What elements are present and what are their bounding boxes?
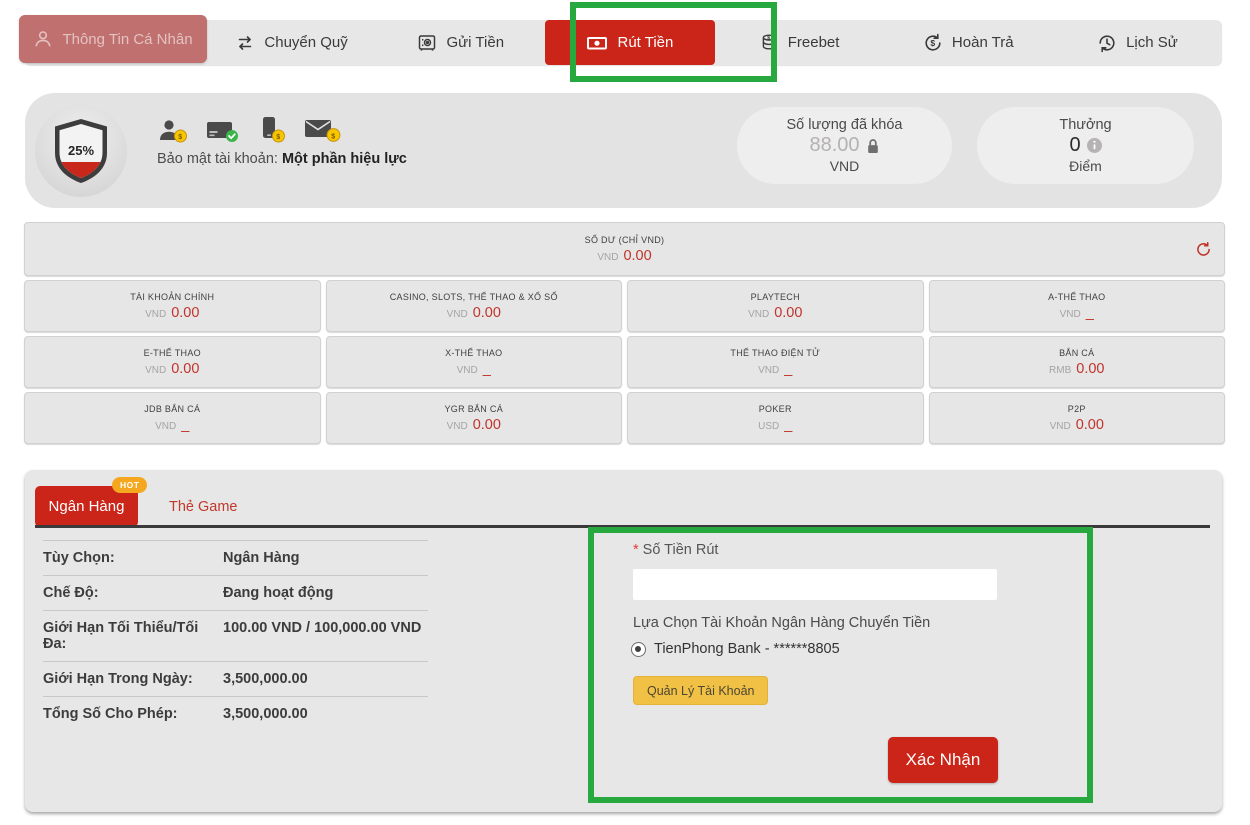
svg-text:$: $	[331, 133, 335, 140]
email-verified-icon[interactable]: $	[304, 116, 342, 144]
balance-grid: TÀI KHOẢN CHÍNH VND0.00 CASINO, SLOTS, T…	[24, 280, 1225, 444]
balance-currency: VND	[597, 252, 618, 263]
bonus-value: 0	[1069, 134, 1080, 157]
tab-cashback[interactable]: $ Hoàn Trả	[884, 20, 1053, 65]
locked-amount-title: Số lượng đã khóa	[787, 117, 903, 133]
balance-cell-main: TÀI KHOẢN CHÍNH VND0.00	[24, 280, 321, 332]
info-row-mode: Chế Độ: Đang hoạt động	[43, 576, 428, 611]
withdraw-info-table: Tùy Chọn: Ngân Hàng Chế Độ: Đang hoạt độ…	[43, 540, 428, 731]
balance-cell-e-sports: E-THỂ THAO VND0.00	[24, 336, 321, 388]
svg-text:$: $	[178, 134, 182, 141]
history-icon	[1097, 33, 1117, 53]
bank-account-option-label: TienPhong Bank - ******8805	[654, 641, 840, 657]
confirm-button[interactable]: Xác Nhận	[888, 737, 998, 783]
locked-amount-value: 88.00	[809, 134, 859, 157]
tab-label: Thông Tin Cá Nhân	[62, 31, 192, 48]
tab-label: Chuyển Quỹ	[264, 34, 347, 51]
tab-history[interactable]: Lịch Sử	[1053, 20, 1222, 65]
balance-cell-playtech: PLAYTECH VND0.00	[627, 280, 924, 332]
balance-cell-casino: CASINO, SLOTS, THỂ THAO & XỔ SỐ VND0.00	[326, 280, 623, 332]
withdraw-amount-input[interactable]	[633, 569, 997, 600]
tab-deposit[interactable]: Gửi Tiền	[376, 20, 545, 65]
security-caption: Bảo mật tài khoản: Một phần hiệu lực	[157, 151, 407, 167]
lock-icon	[866, 138, 880, 154]
person-icon	[33, 29, 53, 49]
bonus-title: Thưởng	[1059, 117, 1111, 133]
svg-text:$: $	[930, 38, 935, 48]
balance-cell-fishing: BẮN CÁ RMB0.00	[929, 336, 1226, 388]
tab-withdraw[interactable]: Rút Tiền	[545, 20, 714, 65]
security-summary-bar: 25% $ $	[25, 93, 1222, 208]
account-nav-bar: Thông Tin Cá Nhân Chuyển Quỹ Gửi Tiền Rú…	[25, 20, 1222, 65]
tab-label: Rút Tiền	[617, 34, 673, 51]
tab-game-card[interactable]: Thẻ Game	[155, 486, 252, 527]
bank-account-option[interactable]: TienPhong Bank - ******8805	[631, 641, 840, 657]
balance-cell-p2p: P2P VND0.00	[929, 392, 1226, 444]
svg-text:25%: 25%	[68, 143, 94, 158]
balance-cell-poker: POKER USD_	[627, 392, 924, 444]
card-verified-icon[interactable]	[206, 118, 240, 144]
info-row-option: Tùy Chọn: Ngân Hàng	[43, 541, 428, 576]
phone-verified-icon[interactable]: $	[257, 116, 287, 144]
bank-account-select-label: Lựa Chọn Tài Khoản Ngân Hàng Chuyển Tiền	[633, 615, 930, 631]
info-row-total-allowed: Tổng Số Cho Phép: 3,500,000.00	[43, 697, 428, 731]
transfer-icon	[235, 33, 255, 53]
tab-label: Gửi Tiền	[446, 34, 504, 51]
hot-badge: HOT	[112, 477, 147, 493]
tab-freebet[interactable]: $ Freebet	[715, 20, 884, 65]
balance-cell-a-sports: A-THỂ THAO VND_	[929, 280, 1226, 332]
balance-value: 0.00	[623, 248, 651, 264]
balance-cell-x-sports: X-THỂ THAO VND_	[326, 336, 623, 388]
security-shield-badge: 25%	[35, 105, 127, 197]
active-tab-underline	[35, 525, 1210, 528]
info-row-daily-limit: Giới Hạn Trong Ngày: 3,500,000.00	[43, 662, 428, 697]
safe-icon	[417, 33, 437, 53]
withdraw-panel: Ngân Hàng HOT Thẻ Game Tùy Chọn: Ngân Hà…	[25, 470, 1222, 812]
banknote-icon	[586, 34, 608, 52]
locked-amount-card: Số lượng đã khóa 88.00 VND	[737, 107, 952, 184]
required-asterisk: *	[633, 542, 639, 558]
profile-verified-icon[interactable]: $	[157, 118, 189, 144]
svg-text:$: $	[767, 35, 770, 41]
balance-cell-esports-dt: THỂ THAO ĐIỆN TỬ VND_	[627, 336, 924, 388]
svg-text:$: $	[276, 134, 280, 141]
security-method-icons: $ $ $	[157, 116, 342, 144]
balance-total-title: SỐ DƯ (CHỈ VND)	[585, 235, 665, 245]
shield-icon: 25%	[52, 118, 110, 184]
bonus-points-card: Thưởng 0 Điểm	[977, 107, 1194, 184]
info-row-min-max: Giới Hạn Tối Thiểu/Tối Đa: 100.00 VND / …	[43, 611, 428, 662]
manage-accounts-button[interactable]: Quản Lý Tài Khoản	[633, 676, 768, 705]
tab-label: Hoàn Trả	[952, 34, 1014, 51]
tab-transfer-funds[interactable]: Chuyển Quỹ	[207, 20, 376, 65]
balance-cell-ygr-fishing: YGR BẮN CÁ VND0.00	[326, 392, 623, 444]
coins-icon: $	[759, 33, 779, 53]
withdraw-amount-label: *Số Tiền Rút	[633, 542, 718, 558]
tab-personal-info[interactable]: Thông Tin Cá Nhân	[19, 15, 207, 63]
tab-label: Freebet	[788, 34, 840, 51]
locked-amount-unit: VND	[830, 158, 860, 174]
tab-label: Lịch Sử	[1126, 34, 1178, 51]
refund-icon: $	[923, 33, 943, 53]
refresh-balances-icon[interactable]	[1195, 241, 1212, 258]
security-status: Một phần hiệu lực	[282, 151, 407, 167]
info-icon	[1087, 138, 1102, 153]
balance-total-card: SỐ DƯ (CHỈ VND) VND 0.00	[24, 222, 1225, 276]
balance-cell-jdb-fishing: JDB BẮN CÁ VND_	[24, 392, 321, 444]
radio-selected-icon[interactable]	[631, 642, 646, 657]
bonus-unit: Điểm	[1069, 158, 1102, 174]
